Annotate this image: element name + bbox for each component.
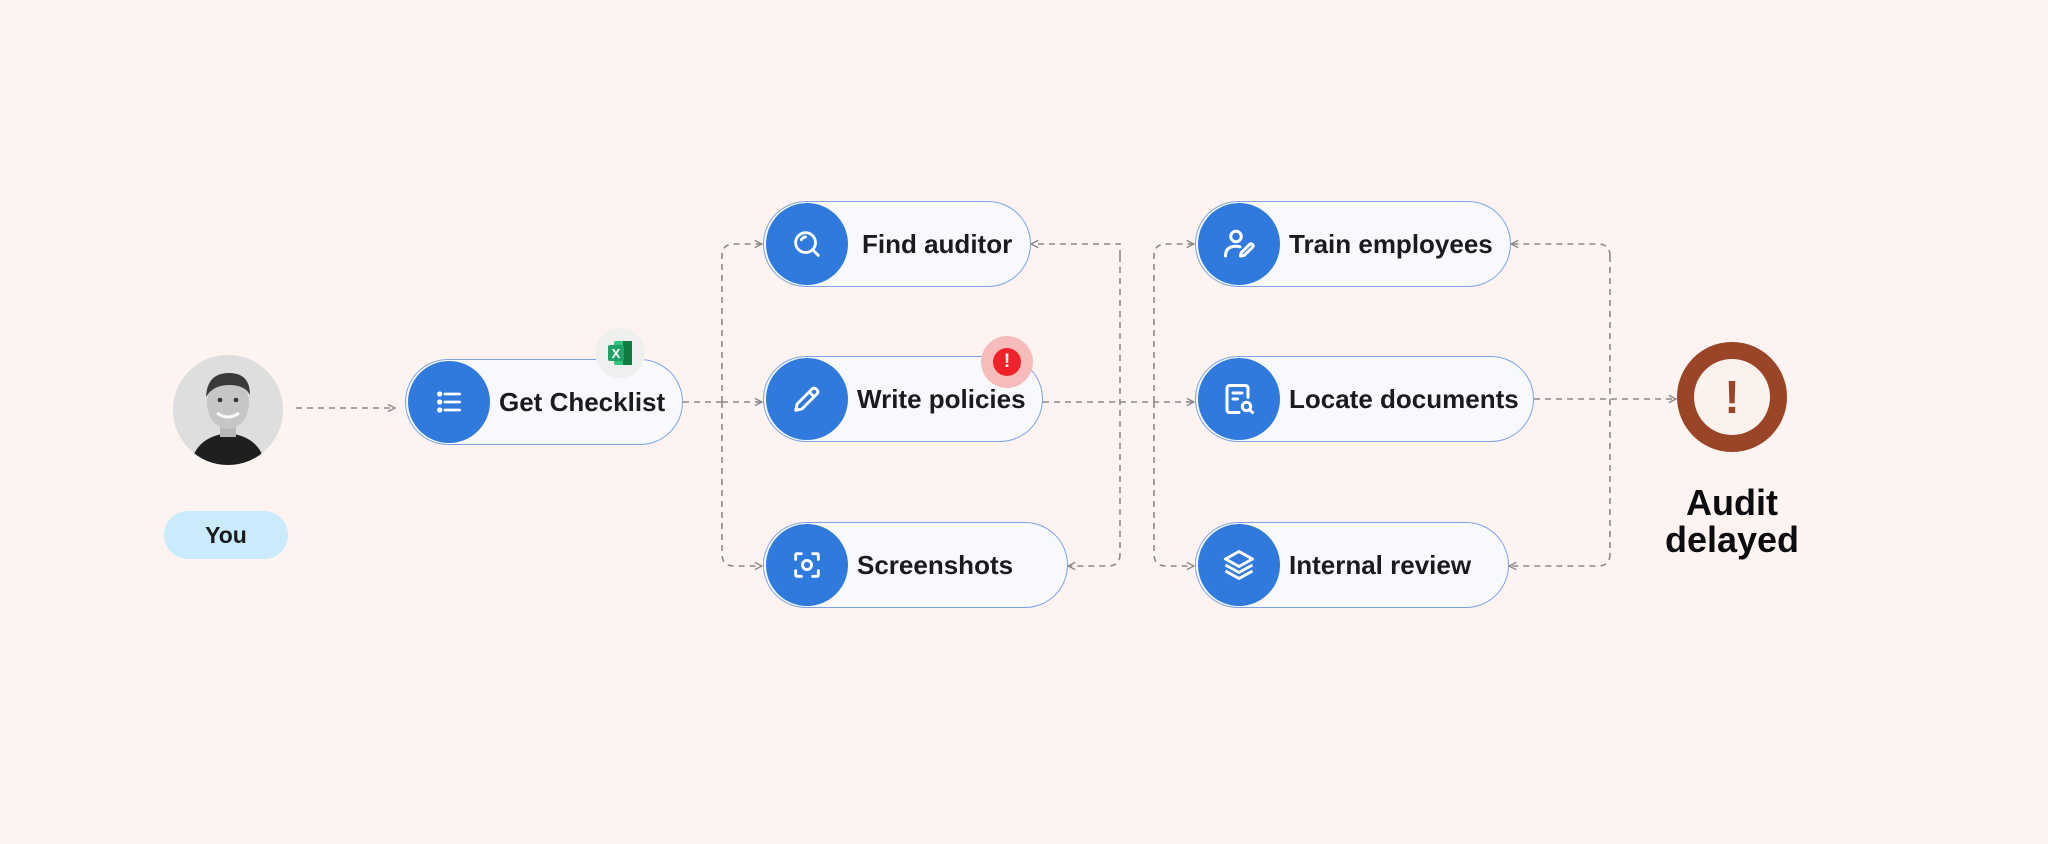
outcome-mark: ! — [1694, 359, 1770, 435]
node-locate-documents[interactable]: Locate documents — [1195, 356, 1534, 442]
edge-screenshots-merge — [1068, 553, 1121, 566]
node-label: Get Checklist — [499, 386, 666, 417]
pencil-icon — [766, 358, 848, 440]
list-icon — [408, 361, 490, 443]
you-label: You — [164, 511, 288, 559]
node-screenshots[interactable]: Screenshots — [763, 522, 1068, 608]
node-label: Train employees — [1289, 228, 1493, 259]
node-label: Internal review — [1289, 549, 1472, 580]
outcome-line-2: delayed — [1664, 519, 1800, 560]
diagram-canvas: You Get Checklist X Find auditor Write p… — [0, 0, 2048, 844]
outcome-title: Audit delayed — [1632, 484, 1832, 558]
node-label: Write policies — [857, 383, 1026, 414]
node-train-employees[interactable]: Train employees — [1195, 201, 1511, 287]
node-internal-review[interactable]: Internal review — [1195, 522, 1509, 608]
excel-badge-text: X — [612, 346, 621, 361]
node-find-auditor[interactable]: Find auditor — [763, 201, 1031, 287]
edge-branch3-review — [1153, 402, 1194, 566]
edge-branch3-train — [1153, 244, 1194, 402]
alert-badge: ! — [981, 336, 1033, 388]
edge-train-merge — [1511, 244, 1611, 257]
excel-badge: X — [595, 328, 645, 378]
excel-icon: X — [608, 341, 632, 365]
edge-branch-find — [721, 244, 762, 402]
outcome-line-1: Audit — [1686, 482, 1778, 523]
layers-icon — [1198, 524, 1280, 606]
node-label: Find auditor — [862, 228, 1013, 259]
search-icon — [766, 203, 848, 285]
alert-icon: ! — [993, 348, 1021, 376]
camera-focus-icon — [766, 524, 848, 606]
person-photo-icon — [173, 355, 283, 465]
user-edit-icon — [1198, 203, 1280, 285]
user-avatar — [173, 355, 283, 465]
node-label: Screenshots — [857, 549, 1014, 580]
document-search-icon — [1198, 358, 1280, 440]
edge-branch-screenshots — [721, 402, 762, 566]
node-get-checklist[interactable]: Get Checklist — [405, 359, 683, 445]
node-label: Locate documents — [1289, 383, 1519, 414]
edge-review-merge — [1509, 553, 1611, 566]
edge-find-merge — [1031, 244, 1121, 256]
warning-circle-icon: ! — [1677, 342, 1787, 452]
